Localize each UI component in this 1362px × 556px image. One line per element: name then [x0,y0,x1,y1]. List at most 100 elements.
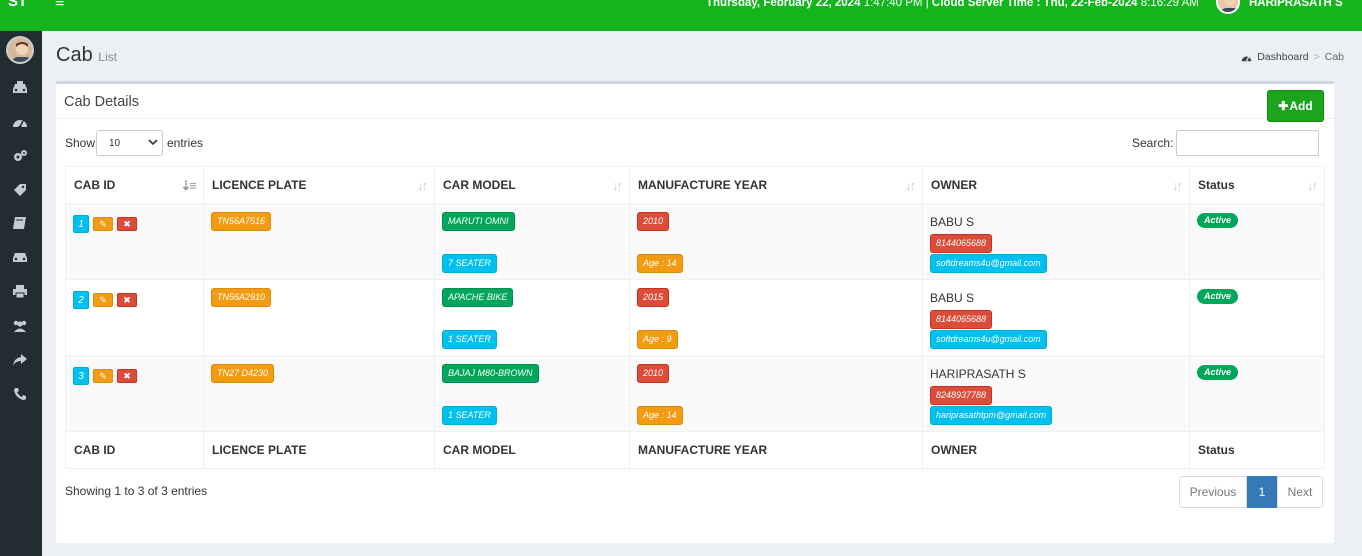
header-cab-id[interactable]: CAB ID ⇣≡ [65,166,204,204]
search-label: Search: [1132,136,1174,150]
plate-badge: TN27 D4230 [211,364,275,383]
sort-icon: ↓↑ [905,178,916,193]
phone-badge: 8144065688 [930,310,993,329]
phone-icon[interactable] [10,384,30,404]
age-badge: Age : 14 [637,254,683,273]
car-icon[interactable] [10,247,30,267]
taxi-icon[interactable] [10,78,30,98]
search-input[interactable] [1176,130,1319,156]
server-time-text: 8:16:29 AM [1140,0,1199,9]
breadcrumb-dashboard[interactable]: Dashboard [1257,51,1308,63]
clock-display: Thursday, February 22, 2024 1:47:40 PM |… [706,0,1199,9]
table-row: 3 ✎ ✖ TN27 D4230 BAJAJ M80-BROWN 1 SEATE… [65,355,1325,432]
cogs-icon[interactable] [10,146,30,166]
delete-icon[interactable]: ✖ [117,217,137,231]
box-header-divider [56,118,1334,119]
year-badge: 2015 [637,288,670,307]
cab-id-button[interactable]: 2 [73,291,89,309]
delete-icon[interactable]: ✖ [117,293,137,307]
users-icon[interactable] [10,316,30,336]
status-badge: Active [1197,213,1239,228]
add-button[interactable]: ✚ Add [1267,90,1324,122]
share-icon[interactable] [10,350,30,370]
status-cell: Active [1189,203,1325,280]
tag-icon[interactable] [10,179,30,199]
user-avatar[interactable] [1216,0,1240,14]
show-label: Show [65,136,96,150]
dashboard-icon [1241,55,1252,62]
page-1-button[interactable]: 1 [1247,476,1277,508]
header-label: OWNER [931,178,977,192]
header-label: Status [1198,178,1235,192]
email-badge: hariprasathtpm@gmail.com [930,406,1053,425]
delete-icon[interactable]: ✖ [117,369,137,383]
owner-cell: BABU S 8144065688 softdreams4u@gmail.com [922,203,1190,280]
table-row: 1 ✎ ✖ TN56A7516 MARUTI OMNI 7 SEATER 201… [65,203,1325,280]
page-title: Cab List [56,44,117,67]
page-scrollbar[interactable] [1352,31,1362,556]
next-button[interactable]: Next [1277,476,1323,508]
breadcrumb-separator: > [1313,51,1320,63]
header-label: CAR MODEL [443,178,516,192]
email-badge: softdreams4u@gmail.com [930,254,1047,273]
page-subtitle: List [98,50,117,64]
owner-name: BABU S [930,291,975,305]
print-icon[interactable] [10,282,30,302]
user-name[interactable]: HARIPRASATH S [1249,0,1343,9]
year-badge: 2010 [637,212,670,231]
owner-cell: BABU S 8144065688 softdreams4u@gmail.com [922,279,1190,356]
owner-cell: HARIPRASATH S 8248937788 hariprasathtpm@… [922,355,1190,432]
header-label: MANUFACTURE YEAR [638,178,768,192]
footer-manufacture-year: MANUFACTURE YEAR [629,431,923,469]
header-licence-plate[interactable]: LICENCE PLATE ↓↑ [203,166,435,204]
entries-label: entries [167,136,204,150]
book-icon[interactable] [10,213,30,233]
manufacture-year-cell: 2010 Age : 14 [629,355,923,432]
seater-badge: 7 SEATER [442,254,497,273]
table-info: Showing 1 to 3 of 3 entries [65,484,208,498]
header-car-model[interactable]: CAR MODEL ↓↑ [434,166,630,204]
header-status[interactable]: Status ↓↑ [1189,166,1325,204]
header-manufacture-year[interactable]: MANUFACTURE YEAR ↓↑ [629,166,923,204]
plate-badge: TN56A7516 [211,212,272,231]
footer-owner: OWNER [922,431,1190,469]
model-badge: APACHE BIKE [442,288,514,307]
table-row: 2 ✎ ✖ TN56A2910 APACHE BIKE 1 SEATER 201… [65,279,1325,356]
seater-badge: 1 SEATER [442,330,497,349]
manufacture-year-cell: 2010 Age : 14 [629,203,923,280]
brand-logo[interactable]: ST [8,0,27,10]
footer-cab-id: CAB ID [65,431,204,469]
pagination: Previous 1 Next [1179,476,1323,508]
cab-id-cell: 2 ✎ ✖ [65,279,204,356]
header-label: LICENCE PLATE [212,178,307,192]
hamburger-icon[interactable]: ≡ [55,0,64,12]
cab-id-button[interactable]: 3 [73,367,89,385]
edit-icon[interactable]: ✎ [93,293,113,307]
footer-licence-plate: LICENCE PLATE [203,431,435,469]
sort-icon: ↓↑ [417,178,428,193]
edit-icon[interactable]: ✎ [93,369,113,383]
edit-icon[interactable]: ✎ [93,217,113,231]
cab-id-cell: 3 ✎ ✖ [65,355,204,432]
car-model-cell: APACHE BIKE 1 SEATER [434,279,630,356]
table-footer-row: CAB ID LICENCE PLATE CAR MODEL MANUFACTU… [65,431,1325,469]
status-badge: Active [1197,289,1239,304]
footer-car-model: CAR MODEL [434,431,630,469]
sort-icon: ↓↑ [612,178,623,193]
cab-id-button[interactable]: 1 [73,215,89,233]
entries-select[interactable]: 10 [96,130,163,156]
status-cell: Active [1189,355,1325,432]
previous-button[interactable]: Previous [1179,476,1247,508]
header-owner[interactable]: OWNER ↓↑ [922,166,1190,204]
chevron-down-icon [148,139,158,146]
entries-select-value: 10 [109,137,121,149]
top-navbar: ST ≡ Thursday, February 22, 2024 1:47:40… [0,0,1362,31]
plus-icon: ✚ [1278,99,1289,113]
owner-name: HARIPRASATH S [930,367,1026,381]
car-model-cell: BAJAJ M80-BROWN 1 SEATER [434,355,630,432]
sidebar-avatar [6,36,34,64]
sort-asc-icon: ⇣≡ [180,178,198,193]
dashboard-icon[interactable] [10,112,30,132]
car-model-cell: MARUTI OMNI 7 SEATER [434,203,630,280]
sidebar [0,31,42,556]
